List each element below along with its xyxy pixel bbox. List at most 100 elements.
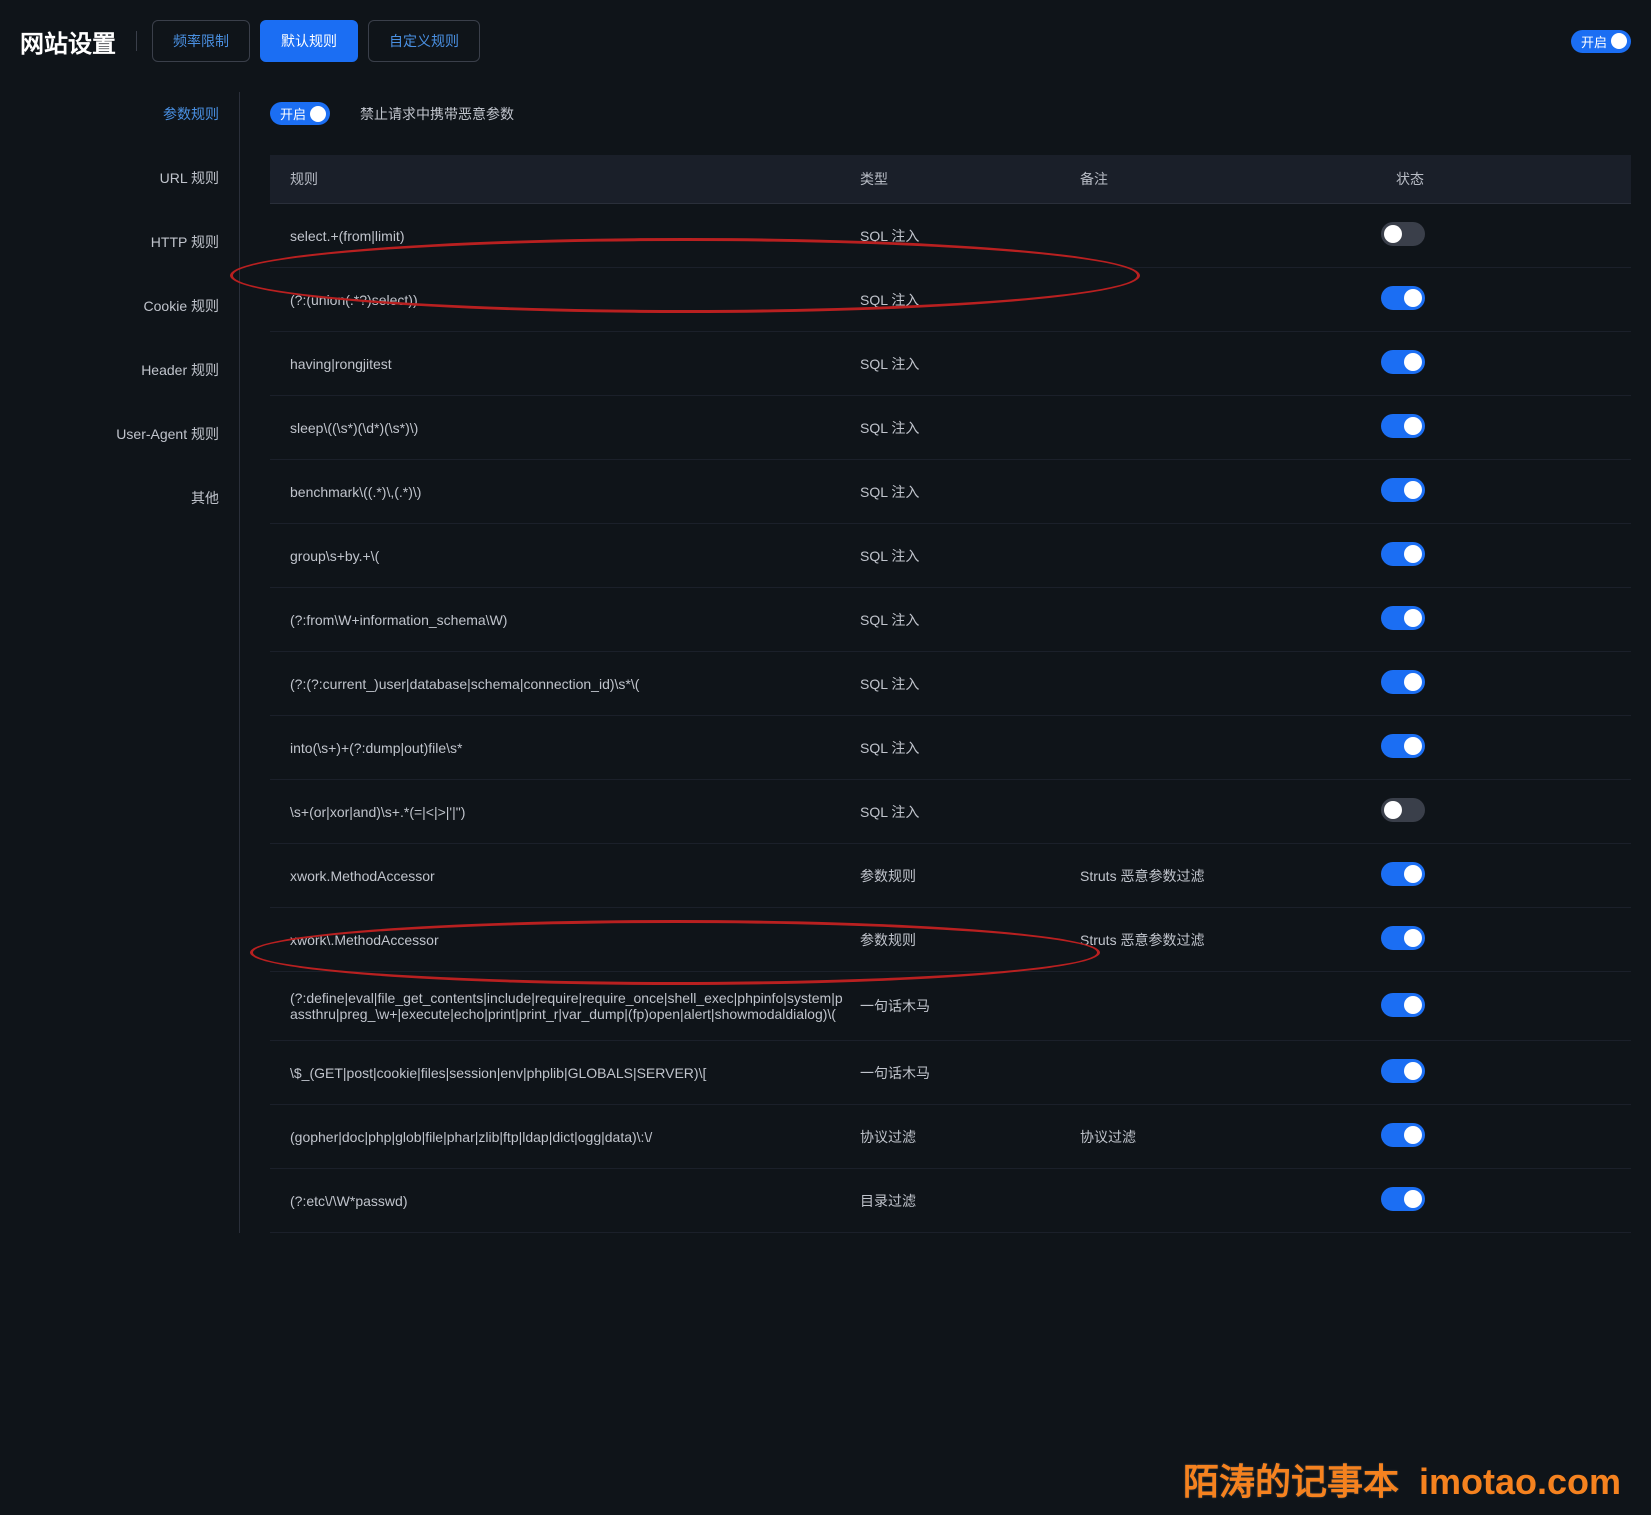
sidebar-item-4[interactable]: Header 规则 [20, 348, 239, 392]
cell-status [1360, 1123, 1460, 1150]
table-row: \s+(or|xor|and)\s+.*(=|<|>|'|")SQL 注入 [270, 780, 1631, 844]
cell-status [1360, 734, 1460, 761]
cell-rule: (?:define|eval|file_get_contents|include… [290, 990, 860, 1022]
cell-type: 参数规则 [860, 930, 1080, 950]
row-toggle[interactable] [1381, 414, 1425, 438]
toggle-knob [1404, 417, 1422, 435]
toggle-knob [1404, 1190, 1422, 1208]
toggle-knob [1404, 865, 1422, 883]
toggle-knob [1404, 353, 1422, 371]
toggle-knob [1611, 33, 1627, 49]
cell-rule: (?:(?:current_)user|database|schema|conn… [290, 676, 860, 692]
sidebar-item-3[interactable]: Cookie 规则 [20, 284, 239, 328]
table-row: (gopher|doc|php|glob|file|phar|zlib|ftp|… [270, 1105, 1631, 1169]
tab-1[interactable]: 默认规则 [260, 20, 358, 62]
cell-type: SQL 注入 [860, 610, 1080, 630]
row-toggle[interactable] [1381, 222, 1425, 246]
th-status: 状态 [1360, 169, 1460, 189]
cell-type: SQL 注入 [860, 354, 1080, 374]
cell-rule: into(\s+)+(?:dump|out)file\s* [290, 740, 860, 756]
divider [136, 31, 137, 51]
toggle-knob [1404, 545, 1422, 563]
table-row: xwork\.MethodAccessor参数规则Struts 恶意参数过滤 [270, 908, 1631, 972]
table-row: (?:from\W+information_schema\W)SQL 注入 [270, 588, 1631, 652]
watermark-right: imotao.com [1419, 1461, 1621, 1503]
watermark-left: 陌涛的记事本 [1183, 1453, 1399, 1505]
cell-status [1360, 414, 1460, 441]
row-toggle[interactable] [1381, 1123, 1425, 1147]
sidebar-item-6[interactable]: 其他 [20, 476, 239, 520]
cell-rule: xwork.MethodAccessor [290, 868, 860, 884]
toggle-knob [1404, 1062, 1422, 1080]
section-toggle[interactable]: 开启 [270, 102, 330, 125]
row-toggle[interactable] [1381, 670, 1425, 694]
cell-status [1360, 993, 1460, 1020]
toggle-knob [1404, 996, 1422, 1014]
cell-type: 参数规则 [860, 866, 1080, 886]
cell-type: SQL 注入 [860, 674, 1080, 694]
sidebar-item-1[interactable]: URL 规则 [20, 156, 239, 200]
toggle-label: 开启 [1581, 32, 1607, 51]
cell-status [1360, 670, 1460, 697]
row-toggle[interactable] [1381, 286, 1425, 310]
row-toggle[interactable] [1381, 798, 1425, 822]
cell-rule: (?:(union(.*?)select)) [290, 292, 860, 308]
toggle-knob [1404, 929, 1422, 947]
cell-rule: benchmark\((.*)\,(.*)\) [290, 484, 860, 500]
row-toggle[interactable] [1381, 542, 1425, 566]
cell-status [1360, 286, 1460, 313]
toggle-knob [1384, 225, 1402, 243]
table-row: sleep\((\s*)(\d*)(\s*)\)SQL 注入 [270, 396, 1631, 460]
row-toggle[interactable] [1381, 478, 1425, 502]
cell-status [1360, 926, 1460, 953]
sidebar-item-2[interactable]: HTTP 规则 [20, 220, 239, 264]
row-toggle[interactable] [1381, 606, 1425, 630]
cell-type: SQL 注入 [860, 546, 1080, 566]
cell-status [1360, 350, 1460, 377]
cell-note: Struts 恶意参数过滤 [1080, 930, 1360, 950]
toggle-knob [1404, 673, 1422, 691]
toggle-knob [1404, 289, 1422, 307]
cell-rule: xwork\.MethodAccessor [290, 932, 860, 948]
global-toggle[interactable]: 开启 [1571, 30, 1631, 53]
tab-2[interactable]: 自定义规则 [368, 20, 480, 62]
table-row: into(\s+)+(?:dump|out)file\s*SQL 注入 [270, 716, 1631, 780]
cell-type: 目录过滤 [860, 1191, 1080, 1211]
row-toggle[interactable] [1381, 926, 1425, 950]
cell-rule: group\s+by.+\( [290, 548, 860, 564]
cell-rule: \$_(GET|post|cookie|files|session|env|ph… [290, 1065, 860, 1081]
cell-rule: select.+(from|limit) [290, 228, 860, 244]
toggle-knob [1404, 481, 1422, 499]
toggle-knob [310, 106, 326, 122]
cell-type: 协议过滤 [860, 1127, 1080, 1147]
row-toggle[interactable] [1381, 734, 1425, 758]
tab-0[interactable]: 频率限制 [152, 20, 250, 62]
row-toggle[interactable] [1381, 862, 1425, 886]
cell-status [1360, 862, 1460, 889]
table-row: \$_(GET|post|cookie|files|session|env|ph… [270, 1041, 1631, 1105]
sidebar-item-0[interactable]: 参数规则 [20, 92, 239, 136]
row-toggle[interactable] [1381, 1059, 1425, 1083]
toggle-knob [1384, 801, 1402, 819]
table-row: having|rongjitestSQL 注入 [270, 332, 1631, 396]
cell-status [1360, 222, 1460, 249]
table-row: select.+(from|limit)SQL 注入 [270, 204, 1631, 268]
th-note: 备注 [1080, 169, 1360, 189]
sidebar-item-5[interactable]: User-Agent 规则 [20, 412, 239, 456]
cell-type: SQL 注入 [860, 226, 1080, 246]
cell-status [1360, 1059, 1460, 1086]
cell-status [1360, 798, 1460, 825]
table-row: benchmark\((.*)\,(.*)\)SQL 注入 [270, 460, 1631, 524]
th-rule: 规则 [290, 169, 860, 189]
cell-type: SQL 注入 [860, 290, 1080, 310]
cell-note: Struts 恶意参数过滤 [1080, 866, 1360, 886]
row-toggle[interactable] [1381, 350, 1425, 374]
cell-type: 一句话木马 [860, 996, 1080, 1016]
cell-note: 协议过滤 [1080, 1127, 1360, 1147]
toggle-label: 开启 [280, 104, 306, 123]
row-toggle[interactable] [1381, 1187, 1425, 1211]
cell-rule: (gopher|doc|php|glob|file|phar|zlib|ftp|… [290, 1129, 860, 1145]
table-row: xwork.MethodAccessor参数规则Struts 恶意参数过滤 [270, 844, 1631, 908]
row-toggle[interactable] [1381, 993, 1425, 1017]
cell-rule: (?:from\W+information_schema\W) [290, 612, 860, 628]
